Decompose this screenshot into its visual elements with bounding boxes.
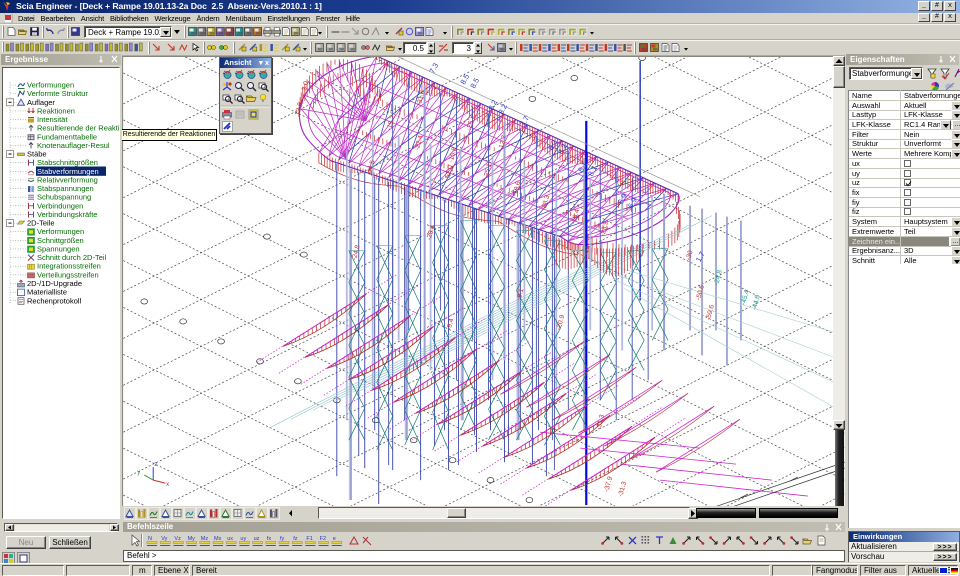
svg-text:fz: fz <box>293 536 298 542</box>
svg-text:My: My <box>188 536 196 542</box>
svg-text:z: z <box>154 462 157 468</box>
svg-text:N: N <box>148 536 152 542</box>
svg-text:fx: fx <box>267 536 272 542</box>
svg-text:uy: uy <box>240 536 246 542</box>
svg-text:ux: ux <box>227 536 233 542</box>
svg-text:Vz: Vz <box>174 536 181 542</box>
svg-text:Mx: Mx <box>214 536 222 542</box>
svg-text:uz: uz <box>254 536 260 542</box>
svg-text:x: x <box>166 482 169 488</box>
svg-text:e: e <box>333 536 336 542</box>
svg-text:F1: F1 <box>306 536 312 542</box>
svg-text:Vy: Vy <box>161 536 167 542</box>
svg-text:fy: fy <box>280 536 285 542</box>
svg-text:F2: F2 <box>320 536 326 542</box>
svg-text:Knotenauflager-Resul: Knotenauflager-Resul <box>37 141 110 150</box>
svg-text:y: y <box>137 470 140 476</box>
svg-text:Rechenprotokoll: Rechenprotokoll <box>27 296 82 305</box>
svg-text:Mz: Mz <box>201 536 209 542</box>
